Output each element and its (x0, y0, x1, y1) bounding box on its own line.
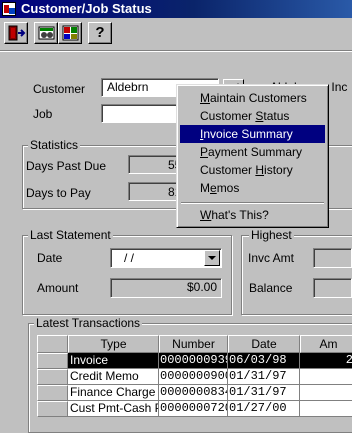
column-header-number[interactable]: Number (159, 335, 228, 353)
context-menu: Maintain Customers Customer Status Invoi… (176, 84, 329, 228)
menu-item-invoice-summary[interactable]: Invoice Summary (180, 125, 325, 143)
table-row[interactable]: Credit Memo 0000000900 01/31/97 (37, 369, 352, 385)
last-statement-title: Last Statement (28, 228, 113, 242)
statement-amount-label: Amount (37, 281, 79, 295)
cell-date: 01/27/00 (228, 401, 300, 417)
customer-label: Customer (33, 82, 86, 96)
row-selector[interactable] (37, 369, 68, 385)
table-row[interactable]: Cust Pmt-Cash P 0000000720 01/27/00 (37, 401, 352, 417)
exit-button[interactable] (4, 22, 28, 44)
column-header-date[interactable]: Date (228, 335, 300, 353)
highest-balance-label: Balance (249, 281, 293, 295)
cell-amount: 2 (300, 353, 352, 369)
dropdown-arrow-icon[interactable] (204, 250, 220, 266)
table-row[interactable]: Invoice 0000000939 06/03/98 2 (37, 353, 352, 369)
cell-date: 01/31/97 (228, 385, 300, 401)
find-button[interactable] (34, 22, 58, 44)
days-to-pay-label: Days to Pay (26, 186, 91, 200)
last-statement-group (22, 235, 232, 315)
menu-separator (181, 202, 324, 204)
highest-balance-field (313, 278, 352, 298)
menu-item-customer-status[interactable]: Customer Status (180, 107, 325, 125)
table-row[interactable]: Finance Charge 0000000834 01/31/97 (37, 385, 352, 401)
exit-door-icon (8, 25, 26, 41)
row-selector[interactable] (37, 401, 68, 417)
menu-item-whats-this[interactable]: What's This? (180, 206, 325, 224)
cell-type: Credit Memo (68, 369, 159, 385)
cell-type: Cust Pmt-Cash P (68, 401, 159, 417)
app-icon[interactable] (2, 2, 16, 16)
toolbar-divider (0, 50, 352, 52)
column-header-amount[interactable]: Am (300, 335, 352, 353)
menu-item-customer-history[interactable]: Customer History (180, 161, 325, 179)
cell-number: 0000000720 (159, 401, 228, 417)
cell-date: 01/31/97 (228, 369, 300, 385)
window-title: Customer/Job Status (21, 1, 152, 16)
days-past-due-label: Days Past Due (26, 159, 107, 173)
menu-item-memos[interactable]: Memos (180, 179, 325, 197)
title-bar: Customer/Job Status (0, 0, 352, 18)
latest-transactions-title: Latest Transactions (34, 316, 143, 330)
form-view-button[interactable] (58, 22, 82, 44)
statement-amount-field: $0.00 (110, 278, 222, 298)
row-selector[interactable] (37, 353, 68, 369)
help-button[interactable]: ? (88, 22, 112, 44)
cell-number: 0000000939 (159, 353, 228, 369)
table-corner-header (37, 335, 68, 353)
highest-group (241, 235, 352, 315)
search-binoculars-icon (38, 26, 55, 40)
cell-amount (300, 369, 352, 385)
job-label: Job (33, 107, 53, 121)
toolbar: ? (0, 18, 352, 46)
statistics-title: Statistics (28, 138, 81, 152)
help-icon: ? (95, 24, 105, 41)
cell-type: Invoice (68, 353, 159, 369)
column-header-type[interactable]: Type (68, 335, 159, 353)
highest-invc-amt-field (313, 248, 352, 268)
cell-type: Finance Charge (68, 385, 159, 401)
cell-number: 0000000900 (159, 369, 228, 385)
cell-amount (300, 385, 352, 401)
statement-date-input[interactable]: / / (110, 248, 222, 268)
cell-date: 06/03/98 (228, 353, 300, 369)
highest-title: Highest (249, 228, 294, 242)
form-grid-icon (62, 25, 79, 41)
menu-item-payment-summary[interactable]: Payment Summary (180, 143, 325, 161)
menu-item-maintain-customers[interactable]: Maintain Customers (180, 89, 325, 107)
statement-date-label: Date (37, 251, 63, 265)
row-selector[interactable] (37, 385, 68, 401)
cell-amount (300, 401, 352, 417)
highest-invc-amt-label: Invc Amt (248, 251, 295, 265)
cell-number: 0000000834 (159, 385, 228, 401)
